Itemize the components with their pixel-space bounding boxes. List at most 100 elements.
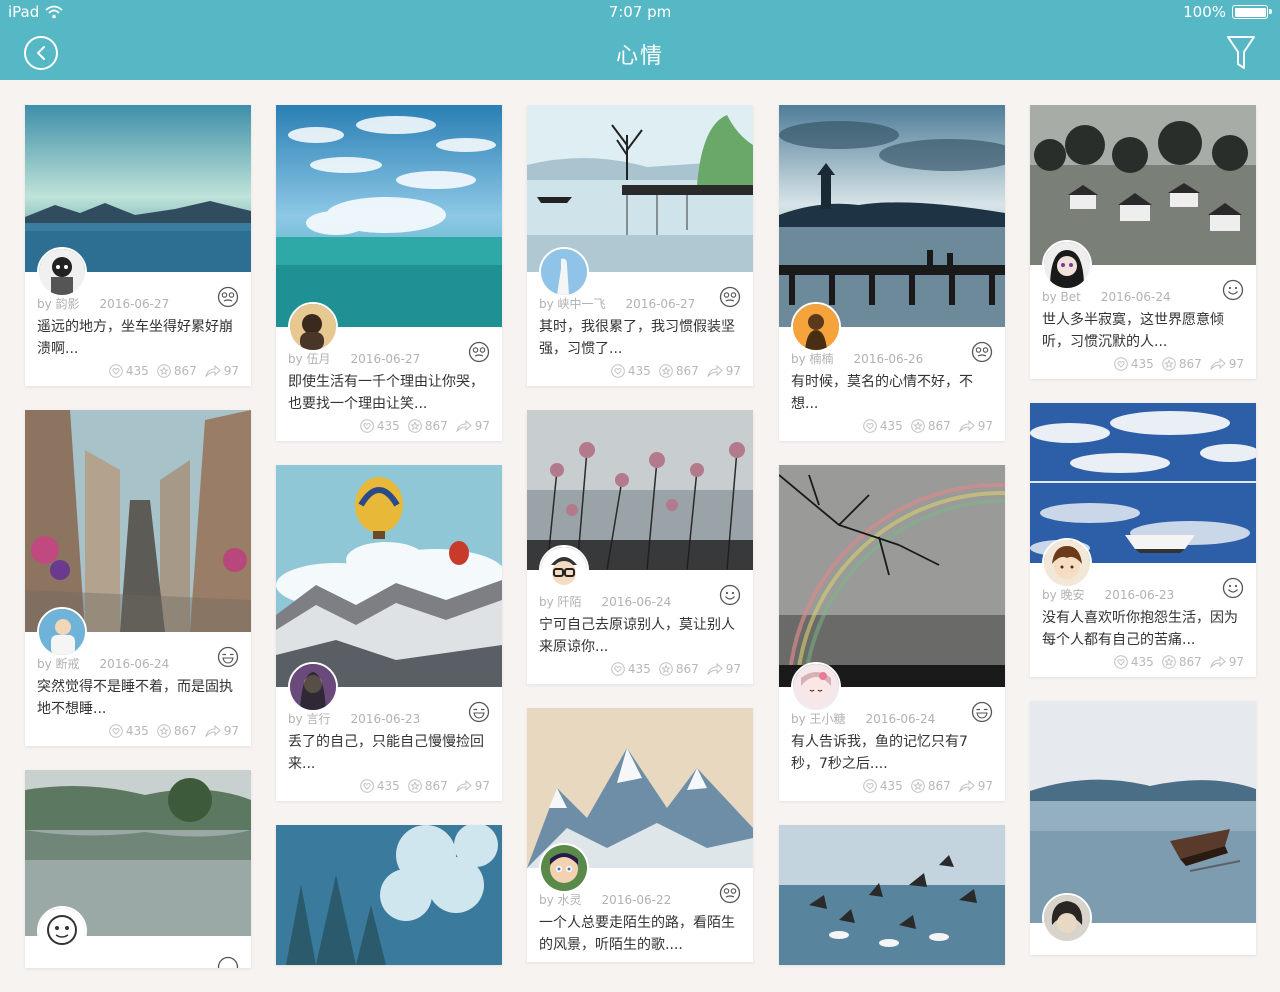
mood-card[interactable]: by 王小糖 2016-06-24 有人告诉我，鱼的记忆只有7秒，7秒之后...… (779, 465, 1005, 801)
card-stats: 435 867 97 (37, 362, 239, 380)
card-photo[interactable] (25, 410, 251, 632)
share-count: 97 (1228, 655, 1244, 669)
share-count: 97 (725, 364, 741, 378)
card-meta: by 阡陌 2016-06-24 (539, 594, 741, 610)
mood-card[interactable]: by 伍月 2016-06-27 即使生活有一千个理由让你哭，也要找一个理由让笑… (276, 105, 502, 441)
favorite-stat[interactable]: 867 (1162, 357, 1202, 371)
card-meta: by 韵影 2016-06-27 (37, 296, 239, 312)
share-stat[interactable]: 97 (204, 364, 239, 378)
star-icon (659, 662, 673, 676)
share-stat[interactable]: 97 (706, 662, 741, 676)
mood-card[interactable]: by 晚安 2016-06-23 没有人喜欢听你抱怨生活，因为每个人都有自己的苦… (1030, 403, 1256, 677)
avatar[interactable] (791, 302, 841, 352)
mood-card[interactable]: by 阡陌 2016-06-24 宁可自己去原谅别人，莫让别人来原谅你... 4… (527, 410, 753, 684)
avatar[interactable] (37, 247, 87, 297)
card-photo[interactable] (276, 105, 502, 327)
mood-card[interactable] (276, 825, 502, 965)
favorite-count: 867 (927, 779, 951, 793)
author-name[interactable]: by 晚安 (1042, 587, 1085, 603)
avatar[interactable] (539, 247, 589, 297)
author-name[interactable]: by 言行 (288, 711, 331, 727)
post-date: 2016-06-27 (350, 352, 421, 366)
mood-card[interactable] (779, 825, 1005, 965)
card-photo[interactable] (276, 465, 502, 687)
smile-face-icon (719, 584, 741, 606)
favorite-stat[interactable]: 867 (408, 419, 448, 433)
share-stat[interactable]: 97 (455, 419, 490, 433)
card-photo[interactable] (779, 825, 1005, 965)
card-meta: by 水灵 2016-06-22 (539, 892, 741, 908)
favorite-stat[interactable]: 867 (1162, 655, 1202, 669)
favorite-count: 867 (424, 419, 448, 433)
avatar[interactable] (1042, 538, 1092, 588)
like-stat[interactable]: 435 (109, 724, 149, 738)
post-date: 2016-06-27 (625, 297, 696, 311)
card-photo[interactable] (1030, 701, 1256, 923)
author-name[interactable]: by Bet (1042, 289, 1081, 305)
avatar[interactable] (791, 662, 841, 712)
mood-card[interactable]: by 峡中一飞 2016-06-27 其时，我很累了，我习惯假装坚强，习惯了..… (527, 105, 753, 386)
avatar[interactable] (288, 302, 338, 352)
like-count: 435 (627, 364, 651, 378)
like-stat[interactable]: 435 (863, 419, 903, 433)
author-name[interactable]: by 水灵 (539, 892, 582, 908)
share-stat[interactable]: 97 (706, 364, 741, 378)
avatar[interactable] (539, 545, 589, 595)
like-stat[interactable]: 435 (611, 364, 651, 378)
favorite-stat[interactable]: 867 (157, 724, 197, 738)
author-name[interactable]: by 王小糖 (791, 711, 846, 727)
avatar[interactable] (1042, 240, 1092, 290)
mood-card[interactable]: by 言行 2016-06-23 丢了的自己，只能自己慢慢捡回来... 435 … (276, 465, 502, 801)
favorite-stat[interactable]: 867 (659, 364, 699, 378)
favorite-stat[interactable]: 867 (911, 779, 951, 793)
favorite-stat[interactable]: 867 (408, 779, 448, 793)
author-name[interactable]: by 韵影 (37, 296, 80, 312)
like-stat[interactable]: 435 (360, 419, 400, 433)
like-stat[interactable]: 435 (1114, 357, 1154, 371)
mood-card[interactable]: by 韵影 2016-06-27 遥远的地方，坐车坐得好累好崩溃啊... 435… (25, 105, 251, 386)
share-stat[interactable]: 97 (958, 419, 993, 433)
avatar[interactable] (288, 662, 338, 712)
like-stat[interactable]: 435 (611, 662, 651, 676)
share-stat[interactable]: 97 (958, 779, 993, 793)
share-stat[interactable]: 97 (1209, 655, 1244, 669)
card-meta: by 峡中一飞 2016-06-27 (539, 296, 741, 312)
like-stat[interactable]: 435 (109, 364, 149, 378)
mood-card[interactable] (25, 770, 251, 968)
mood-card[interactable]: by 水灵 2016-06-22 一个人总要走陌生的路，看陌生的风景，听陌生的歌… (527, 708, 753, 962)
author-name[interactable]: by 楠楠 (791, 351, 834, 367)
battery-icon (1232, 5, 1272, 19)
share-count: 97 (223, 724, 239, 738)
mood-card[interactable]: by 断戒 2016-06-24 突然觉得不是睡不着，而是固执地不想睡... 4… (25, 410, 251, 746)
author-name[interactable]: by 断戒 (37, 656, 80, 672)
share-stat[interactable]: 97 (1209, 357, 1244, 371)
author-name[interactable]: by 伍月 (288, 351, 331, 367)
favorite-stat[interactable]: 867 (157, 364, 197, 378)
card-photo[interactable] (779, 105, 1005, 327)
like-stat[interactable]: 435 (360, 779, 400, 793)
column-5: by Bet 2016-06-24 世人多半寂寞，这世界愿意倾听，习惯沉默的人.… (1030, 105, 1256, 979)
avatar[interactable] (539, 843, 589, 893)
avatar[interactable] (1042, 893, 1092, 943)
share-stat[interactable]: 97 (204, 724, 239, 738)
avatar[interactable] (37, 906, 87, 956)
card-description: 一个人总要走陌生的路，看陌生的风景，听陌生的歌.... (539, 915, 735, 953)
favorite-count: 867 (675, 662, 699, 676)
mood-card[interactable]: by Bet 2016-06-24 世人多半寂寞，这世界愿意倾听，习惯沉默的人.… (1030, 105, 1256, 379)
laughing-face-icon (971, 701, 993, 723)
filter-icon[interactable] (1226, 34, 1256, 72)
author-name[interactable]: by 阡陌 (539, 594, 582, 610)
card-photo[interactable] (276, 825, 502, 965)
like-count: 435 (1130, 655, 1154, 669)
share-stat[interactable]: 97 (455, 779, 490, 793)
mood-card[interactable] (1030, 701, 1256, 955)
card-photo[interactable] (779, 465, 1005, 687)
card-stats: 435 867 97 (288, 417, 490, 435)
like-stat[interactable]: 435 (1114, 655, 1154, 669)
avatar[interactable] (37, 607, 87, 657)
like-stat[interactable]: 435 (863, 779, 903, 793)
favorite-stat[interactable]: 867 (659, 662, 699, 676)
favorite-stat[interactable]: 867 (911, 419, 951, 433)
mood-card[interactable]: by 楠楠 2016-06-26 有时候，莫名的心情不好，不想... 435 8… (779, 105, 1005, 441)
author-name[interactable]: by 峡中一飞 (539, 296, 606, 312)
